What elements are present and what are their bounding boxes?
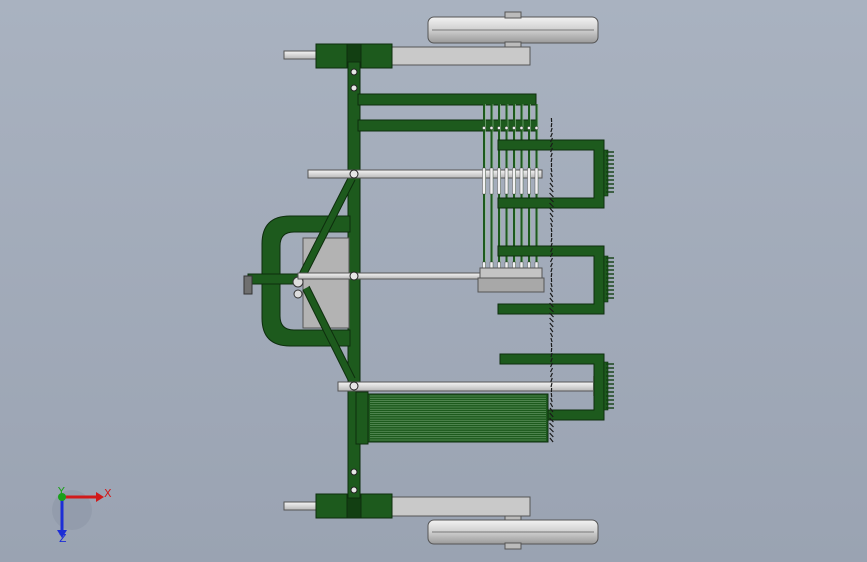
x-axis-arrowhead: [96, 492, 104, 502]
top-wheel: [427, 11, 599, 49]
y-axis-label: Y: [57, 485, 65, 498]
bottom-wheel: [427, 513, 599, 550]
tine-hub: [477, 267, 545, 293]
x-axis-label: X: [104, 487, 112, 500]
coordinate-triad: X Y Z: [52, 485, 112, 545]
spring-combs: [603, 149, 614, 411]
model-viewport[interactable]: X Y Z: [0, 0, 867, 562]
upper-arms: [357, 93, 537, 132]
z-axis-label: Z: [59, 532, 67, 545]
roller-drum: [355, 391, 549, 445]
hitch-frame: [243, 215, 351, 347]
bottom-axle: [283, 493, 531, 519]
drive-chain: [549, 117, 554, 443]
top-axle: [283, 43, 531, 69]
